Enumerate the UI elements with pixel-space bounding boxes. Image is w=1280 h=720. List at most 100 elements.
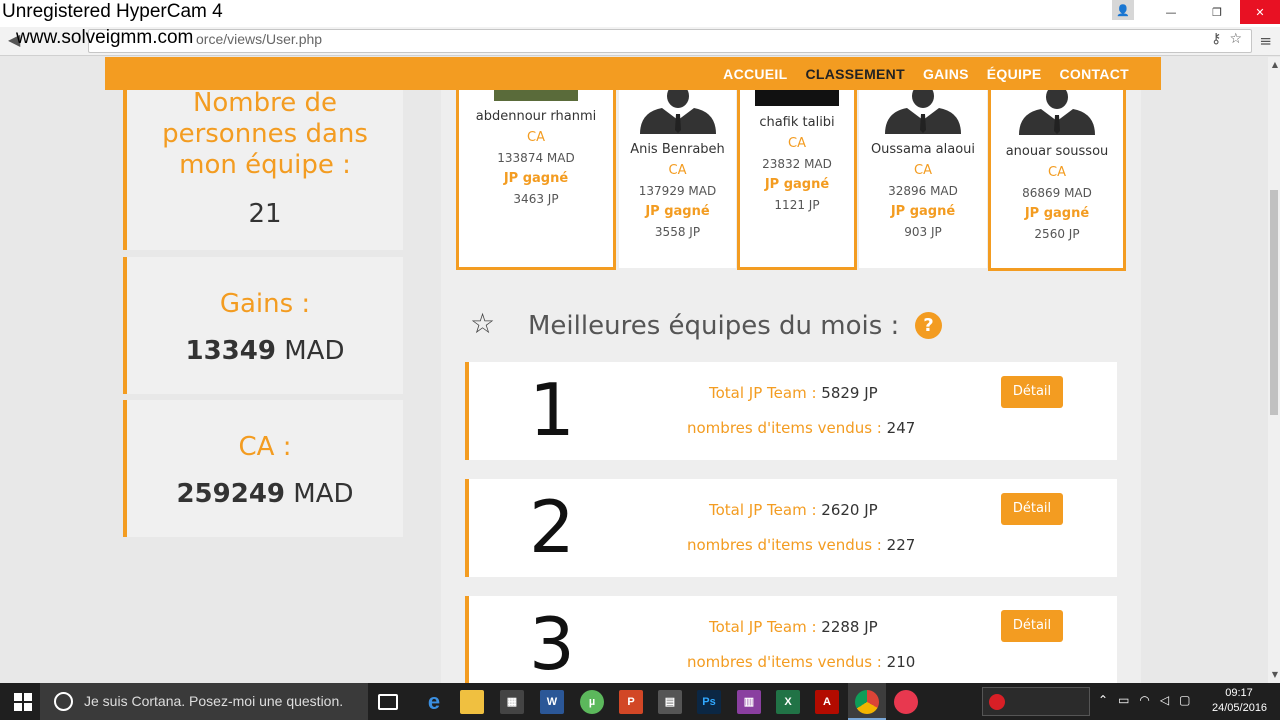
calculator-icon[interactable]: ▤ <box>658 690 682 714</box>
avatar-icon <box>1019 90 1095 135</box>
volume-icon[interactable]: ◁ <box>1160 693 1169 707</box>
stat-team-count-title: Nombre de personnes dans mon équipe : <box>162 88 368 180</box>
team-jp-value: 2620 JP <box>821 501 878 519</box>
taskbar-clock[interactable]: 09:17 24/05/2016 <box>1212 686 1267 716</box>
member-card[interactable]: anouar soussou CA 86869 MAD JP gagné 256… <box>988 90 1126 271</box>
stat-gains-unit: MAD <box>284 336 345 366</box>
user-icon[interactable]: 👤 <box>1112 0 1134 20</box>
word-icon[interactable]: W <box>540 690 564 714</box>
chrome-icon[interactable] <box>855 690 879 714</box>
team-items-label: nombres d'items vendus : <box>687 653 882 671</box>
top-navbar: ACCUEIL CLASSEMENT GAINS ÉQUIPE CONTACT <box>105 57 1161 90</box>
task-view-icon[interactable] <box>378 694 398 710</box>
scrollbar-thumb[interactable] <box>1270 190 1278 415</box>
teams-section-title: Meilleures équipes du mois : <box>528 311 900 341</box>
star-icon: ☆ <box>470 307 496 340</box>
team-jp-label: Total JP Team : <box>709 501 817 519</box>
windows-taskbar: Je suis Cortana. Posez-moi une question.… <box>0 683 1280 720</box>
member-ca-label: CA <box>788 136 806 151</box>
member-jp-label: JP gagné <box>890 204 956 219</box>
scroll-down-icon[interactable]: ▼ <box>1272 670 1278 679</box>
watermark-title: Unregistered HyperCam 4 <box>2 1 223 22</box>
bookmark-star-icon[interactable]: ☆ <box>1229 31 1242 47</box>
team-items-value: 227 <box>886 536 916 554</box>
cortana-search[interactable]: Je suis Cortana. Posez-moi une question. <box>40 683 368 720</box>
avatar-icon <box>639 90 716 134</box>
scroll-up-icon[interactable]: ▲ <box>1272 60 1278 69</box>
member-ca-label: CA <box>527 130 545 145</box>
notifications-icon[interactable]: ▢ <box>1179 693 1190 707</box>
stat-gains: Gains : 13349 MAD <box>123 257 403 394</box>
menu-icon[interactable]: ≡ <box>1259 32 1272 50</box>
team-items-value: 210 <box>886 653 916 671</box>
page-viewport: ACCUEIL CLASSEMENT GAINS ÉQUIPE CONTACT … <box>0 57 1268 683</box>
member-jp-value: 3463 JP <box>513 192 559 206</box>
member-ca-value: 137929 MAD <box>638 184 717 198</box>
minimize-button[interactable]: — <box>1148 0 1194 24</box>
utorrent-icon[interactable]: µ <box>580 690 604 714</box>
nav-accueil[interactable]: ACCUEIL <box>723 66 787 82</box>
close-button[interactable]: ✕ <box>1240 0 1280 24</box>
member-ca-value: 23832 MAD <box>762 157 832 171</box>
battery-icon[interactable]: ▭ <box>1118 693 1129 707</box>
stat-gains-title: Gains : <box>219 289 311 319</box>
restore-button[interactable]: ❐ <box>1194 0 1240 24</box>
detail-button[interactable]: Détail <box>1001 610 1063 642</box>
hypercam-tray[interactable] <box>982 687 1090 716</box>
detail-button[interactable]: Détail <box>1001 493 1063 525</box>
team-items-value: 247 <box>886 419 916 437</box>
team-jp-label: Total JP Team : <box>709 618 817 636</box>
team-rank: 3 <box>529 602 575 683</box>
team-rank: 2 <box>529 485 575 569</box>
hypercam-icon[interactable] <box>894 690 918 714</box>
chevron-up-icon[interactable]: ⌃ <box>1098 693 1108 707</box>
member-jp-value: 2560 JP <box>1034 227 1080 241</box>
acrobat-icon[interactable]: A <box>815 690 839 714</box>
member-card[interactable]: abdennour rhanmi CA 133874 MAD JP gagné … <box>456 90 616 270</box>
member-photo <box>494 90 578 101</box>
member-jp-value: 1121 JP <box>774 198 820 212</box>
nav-equipe[interactable]: ÉQUIPE <box>987 66 1042 82</box>
member-jp-value: 903 JP <box>904 225 942 239</box>
member-name: anouar soussou <box>1005 144 1109 159</box>
team-rank: 1 <box>529 368 575 452</box>
powerpoint-icon[interactable]: P <box>619 690 643 714</box>
member-jp-label: JP gagné <box>645 204 710 219</box>
key-icon[interactable]: ⚷ <box>1211 31 1221 47</box>
file-explorer-icon[interactable] <box>460 690 484 714</box>
watermark-url: www.solveigmm.com <box>16 27 194 48</box>
winrar-icon[interactable]: ▥ <box>737 690 761 714</box>
record-icon[interactable] <box>989 694 1005 710</box>
nav-gains[interactable]: GAINS <box>923 66 969 82</box>
photoshop-icon[interactable]: Ps <box>697 690 721 714</box>
member-name: Anis Benrabeh <box>630 142 725 157</box>
edge-icon[interactable]: e <box>422 690 446 714</box>
member-jp-label: JP gagné <box>764 177 830 192</box>
help-icon[interactable]: ? <box>915 312 942 339</box>
member-name: Oussama alaoui <box>870 142 976 157</box>
wifi-icon[interactable]: ◠ <box>1139 693 1149 707</box>
cortana-placeholder: Je suis Cortana. Posez-moi une question. <box>84 693 344 709</box>
windows-start-icon[interactable] <box>14 693 32 711</box>
team-items-label: nombres d'items vendus : <box>687 536 882 554</box>
stat-team-count-value: 21 <box>248 199 282 229</box>
member-photo <box>755 90 839 106</box>
nav-classement[interactable]: CLASSEMENT <box>805 66 904 82</box>
detail-button[interactable]: Détail <box>1001 376 1063 408</box>
team-card-3: 3 Total JP Team : 2288 JP nombres d'item… <box>465 596 1117 683</box>
url-text[interactable]: orce/views/User.php <box>196 31 322 47</box>
nav-contact[interactable]: CONTACT <box>1060 66 1130 82</box>
window-controls: 👤 — ❐ ✕ <box>1112 0 1280 24</box>
excel-icon[interactable]: X <box>776 690 800 714</box>
team-card-1: 1 Total JP Team : 5829 JP nombres d'item… <box>465 362 1117 460</box>
team-card-2: 2 Total JP Team : 2620 JP nombres d'item… <box>465 479 1117 577</box>
member-card[interactable]: Anis Benrabeh CA 137929 MAD JP gagné 355… <box>619 90 736 268</box>
member-card[interactable]: chafik talibi CA 23832 MAD JP gagné 1121… <box>737 90 857 270</box>
clock-time: 09:17 <box>1225 687 1253 699</box>
member-ca-label: CA <box>1048 165 1066 180</box>
store-icon[interactable]: ▦ <box>500 690 524 714</box>
team-items-label: nombres d'items vendus : <box>687 419 882 437</box>
member-name: abdennour rhanmi <box>475 109 597 124</box>
member-name: chafik talibi <box>759 115 835 130</box>
member-card[interactable]: Oussama alaoui CA 32896 MAD JP gagné 903… <box>859 90 987 268</box>
